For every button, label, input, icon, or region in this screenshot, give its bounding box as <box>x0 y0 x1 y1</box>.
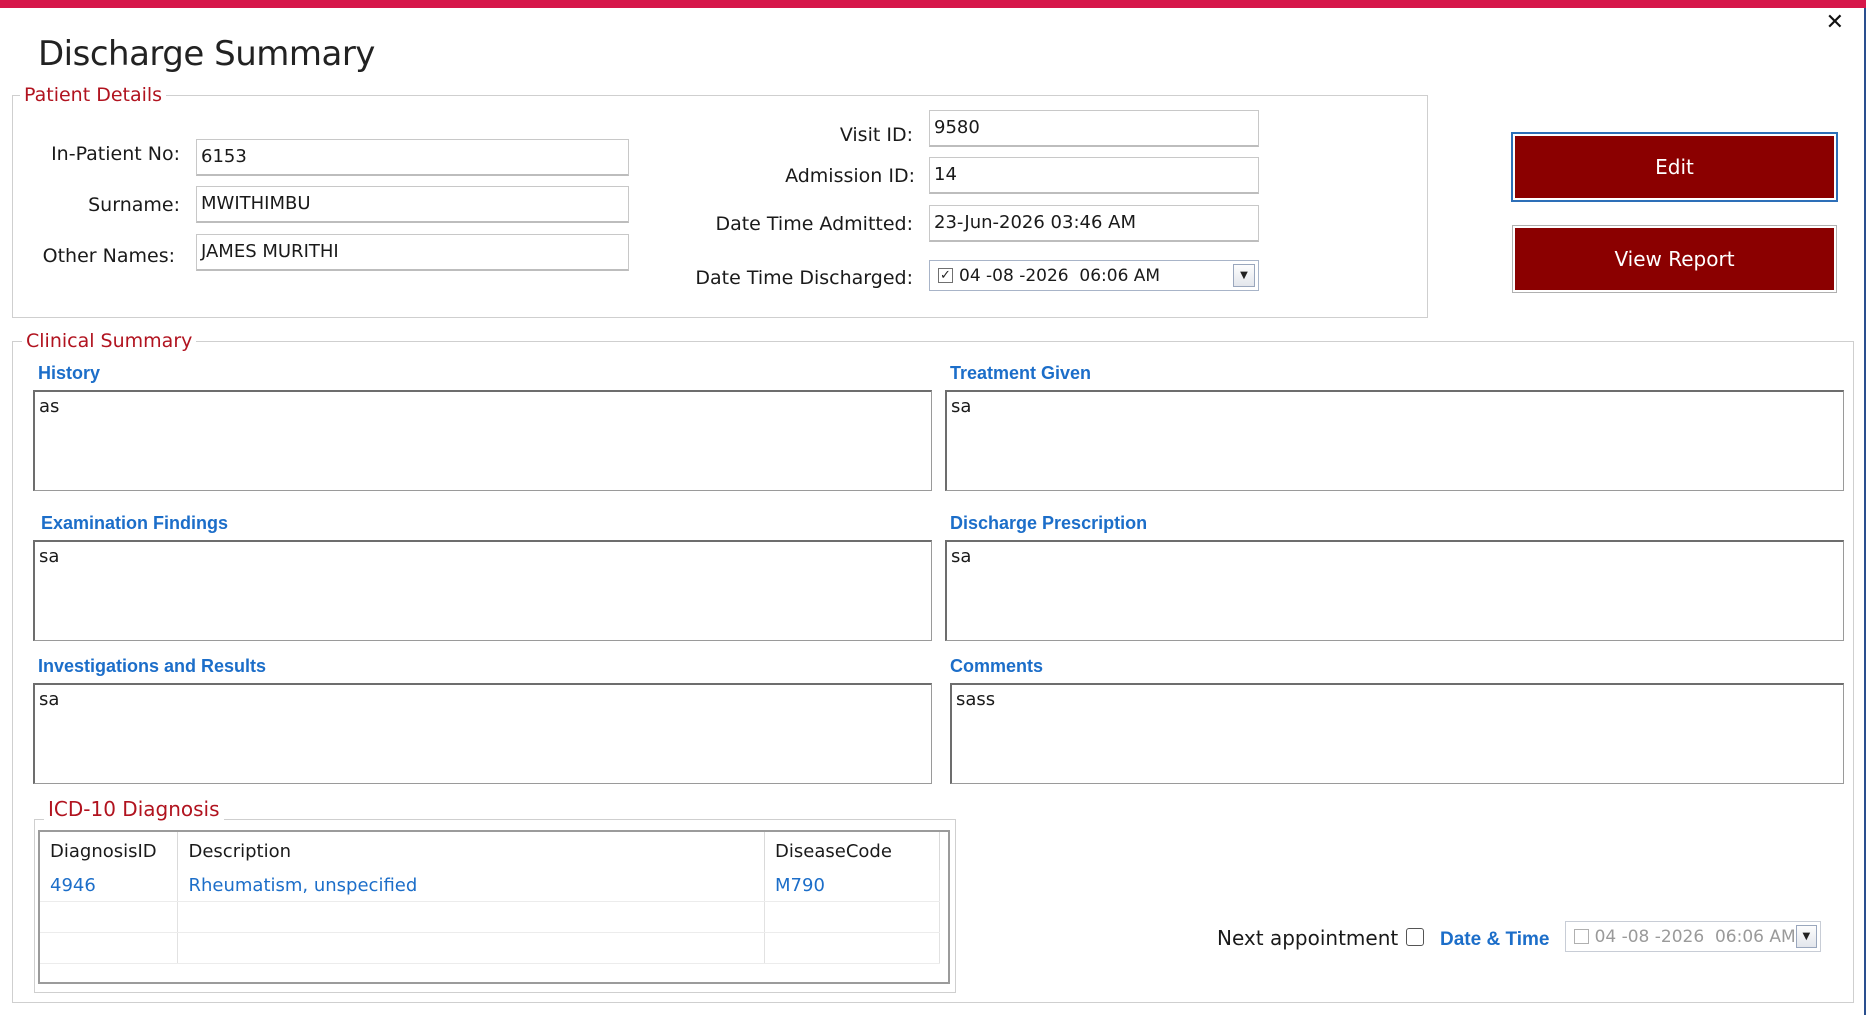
empty-cell <box>40 901 179 933</box>
date-discharged-checkbox[interactable]: ✓ <box>938 268 953 283</box>
next-appointment-label: Next appointment <box>1217 926 1399 950</box>
appointment-datetime-label: Date & Time <box>1440 929 1550 950</box>
treatment-given-textarea[interactable]: sa <box>945 390 1844 491</box>
close-icon: ✕ <box>1825 10 1844 35</box>
comments-label: Comments <box>950 656 1044 676</box>
grid-header-row: DiagnosisID Description DiseaseCode <box>40 832 940 870</box>
page-title: Discharge Summary <box>38 34 375 74</box>
surname-field[interactable]: MWITHIMBU <box>196 186 629 223</box>
investigations-textarea[interactable]: sa <box>33 683 932 784</box>
clinical-summary-legend: Clinical Summary <box>22 330 197 352</box>
empty-cell <box>764 932 940 964</box>
other-names-field[interactable]: JAMES MURITHI <box>196 234 629 271</box>
date-discharged-label: Date Time Discharged: <box>695 267 913 289</box>
examination-findings-textarea[interactable]: sa <box>33 540 932 641</box>
visit-id-label: Visit ID: <box>839 124 913 146</box>
visit-id-field[interactable]: 9580 <box>929 110 1259 147</box>
chevron-down-icon[interactable]: ▼ <box>1795 925 1817 948</box>
table-row-empty <box>40 932 940 964</box>
column-header-diagnosis-id[interactable]: DiagnosisID <box>40 832 179 870</box>
history-label: History <box>38 363 101 383</box>
admission-id-field[interactable]: 14 <box>929 157 1259 194</box>
empty-cell <box>177 932 766 964</box>
history-textarea[interactable]: as <box>33 390 932 491</box>
empty-cell <box>177 901 766 933</box>
empty-cell <box>40 932 179 964</box>
other-names-label: Other Names: <box>42 245 175 267</box>
edit-button[interactable]: Edit <box>1511 132 1838 202</box>
table-row[interactable]: 4946 Rheumatism, unspecified M790 <box>40 870 940 902</box>
date-admitted-label: Date Time Admitted: <box>715 213 913 235</box>
patient-details-legend: Patient Details <box>20 84 167 106</box>
date-admitted-field[interactable]: 23-Jun-2026 03:46 AM <box>929 205 1259 242</box>
icd10-legend: ICD-10 Diagnosis <box>44 797 224 821</box>
in-patient-no-field[interactable]: 6153 <box>196 139 629 176</box>
admission-id-label: Admission ID: <box>785 165 915 187</box>
appointment-datetime-checkbox[interactable] <box>1574 929 1589 944</box>
surname-label: Surname: <box>88 194 180 216</box>
chevron-down-icon[interactable]: ▼ <box>1233 264 1255 287</box>
column-header-description[interactable]: Description <box>177 832 766 870</box>
appointment-datetime-value: 04 -08 -2026 06:06 AM <box>1594 926 1796 947</box>
examination-findings-label: Examination Findings <box>41 513 229 533</box>
treatment-given-label: Treatment Given <box>950 363 1092 383</box>
column-header-disease-code[interactable]: DiseaseCode <box>764 832 940 870</box>
cell-diagnosis-id[interactable]: 4946 <box>40 870 179 902</box>
next-appointment-checkbox[interactable] <box>1406 928 1424 946</box>
in-patient-no-label: In-Patient No: <box>51 143 180 165</box>
view-report-button[interactable]: View Report <box>1512 225 1837 293</box>
comments-textarea[interactable]: sass <box>950 683 1844 784</box>
date-discharged-picker[interactable]: ✓ 04 -08 -2026 06:06 AM ▼ <box>929 260 1259 291</box>
appointment-datetime-picker[interactable]: 04 -08 -2026 06:06 AM ▼ <box>1565 921 1821 952</box>
icd10-grid[interactable]: DiagnosisID Description DiseaseCode 4946… <box>38 830 950 984</box>
cell-disease-code[interactable]: M790 <box>764 870 940 902</box>
discharge-prescription-textarea[interactable]: sa <box>945 540 1844 641</box>
discharge-prescription-label: Discharge Prescription <box>950 513 1148 533</box>
cell-description[interactable]: Rheumatism, unspecified <box>177 870 766 902</box>
investigations-label: Investigations and Results <box>38 656 267 676</box>
date-discharged-value: 04 -08 -2026 06:06 AM <box>959 265 1161 286</box>
table-row-empty <box>40 901 940 933</box>
window-accent-bar <box>0 0 1866 8</box>
close-button[interactable]: ✕ <box>1826 12 1844 34</box>
empty-cell <box>764 901 940 933</box>
